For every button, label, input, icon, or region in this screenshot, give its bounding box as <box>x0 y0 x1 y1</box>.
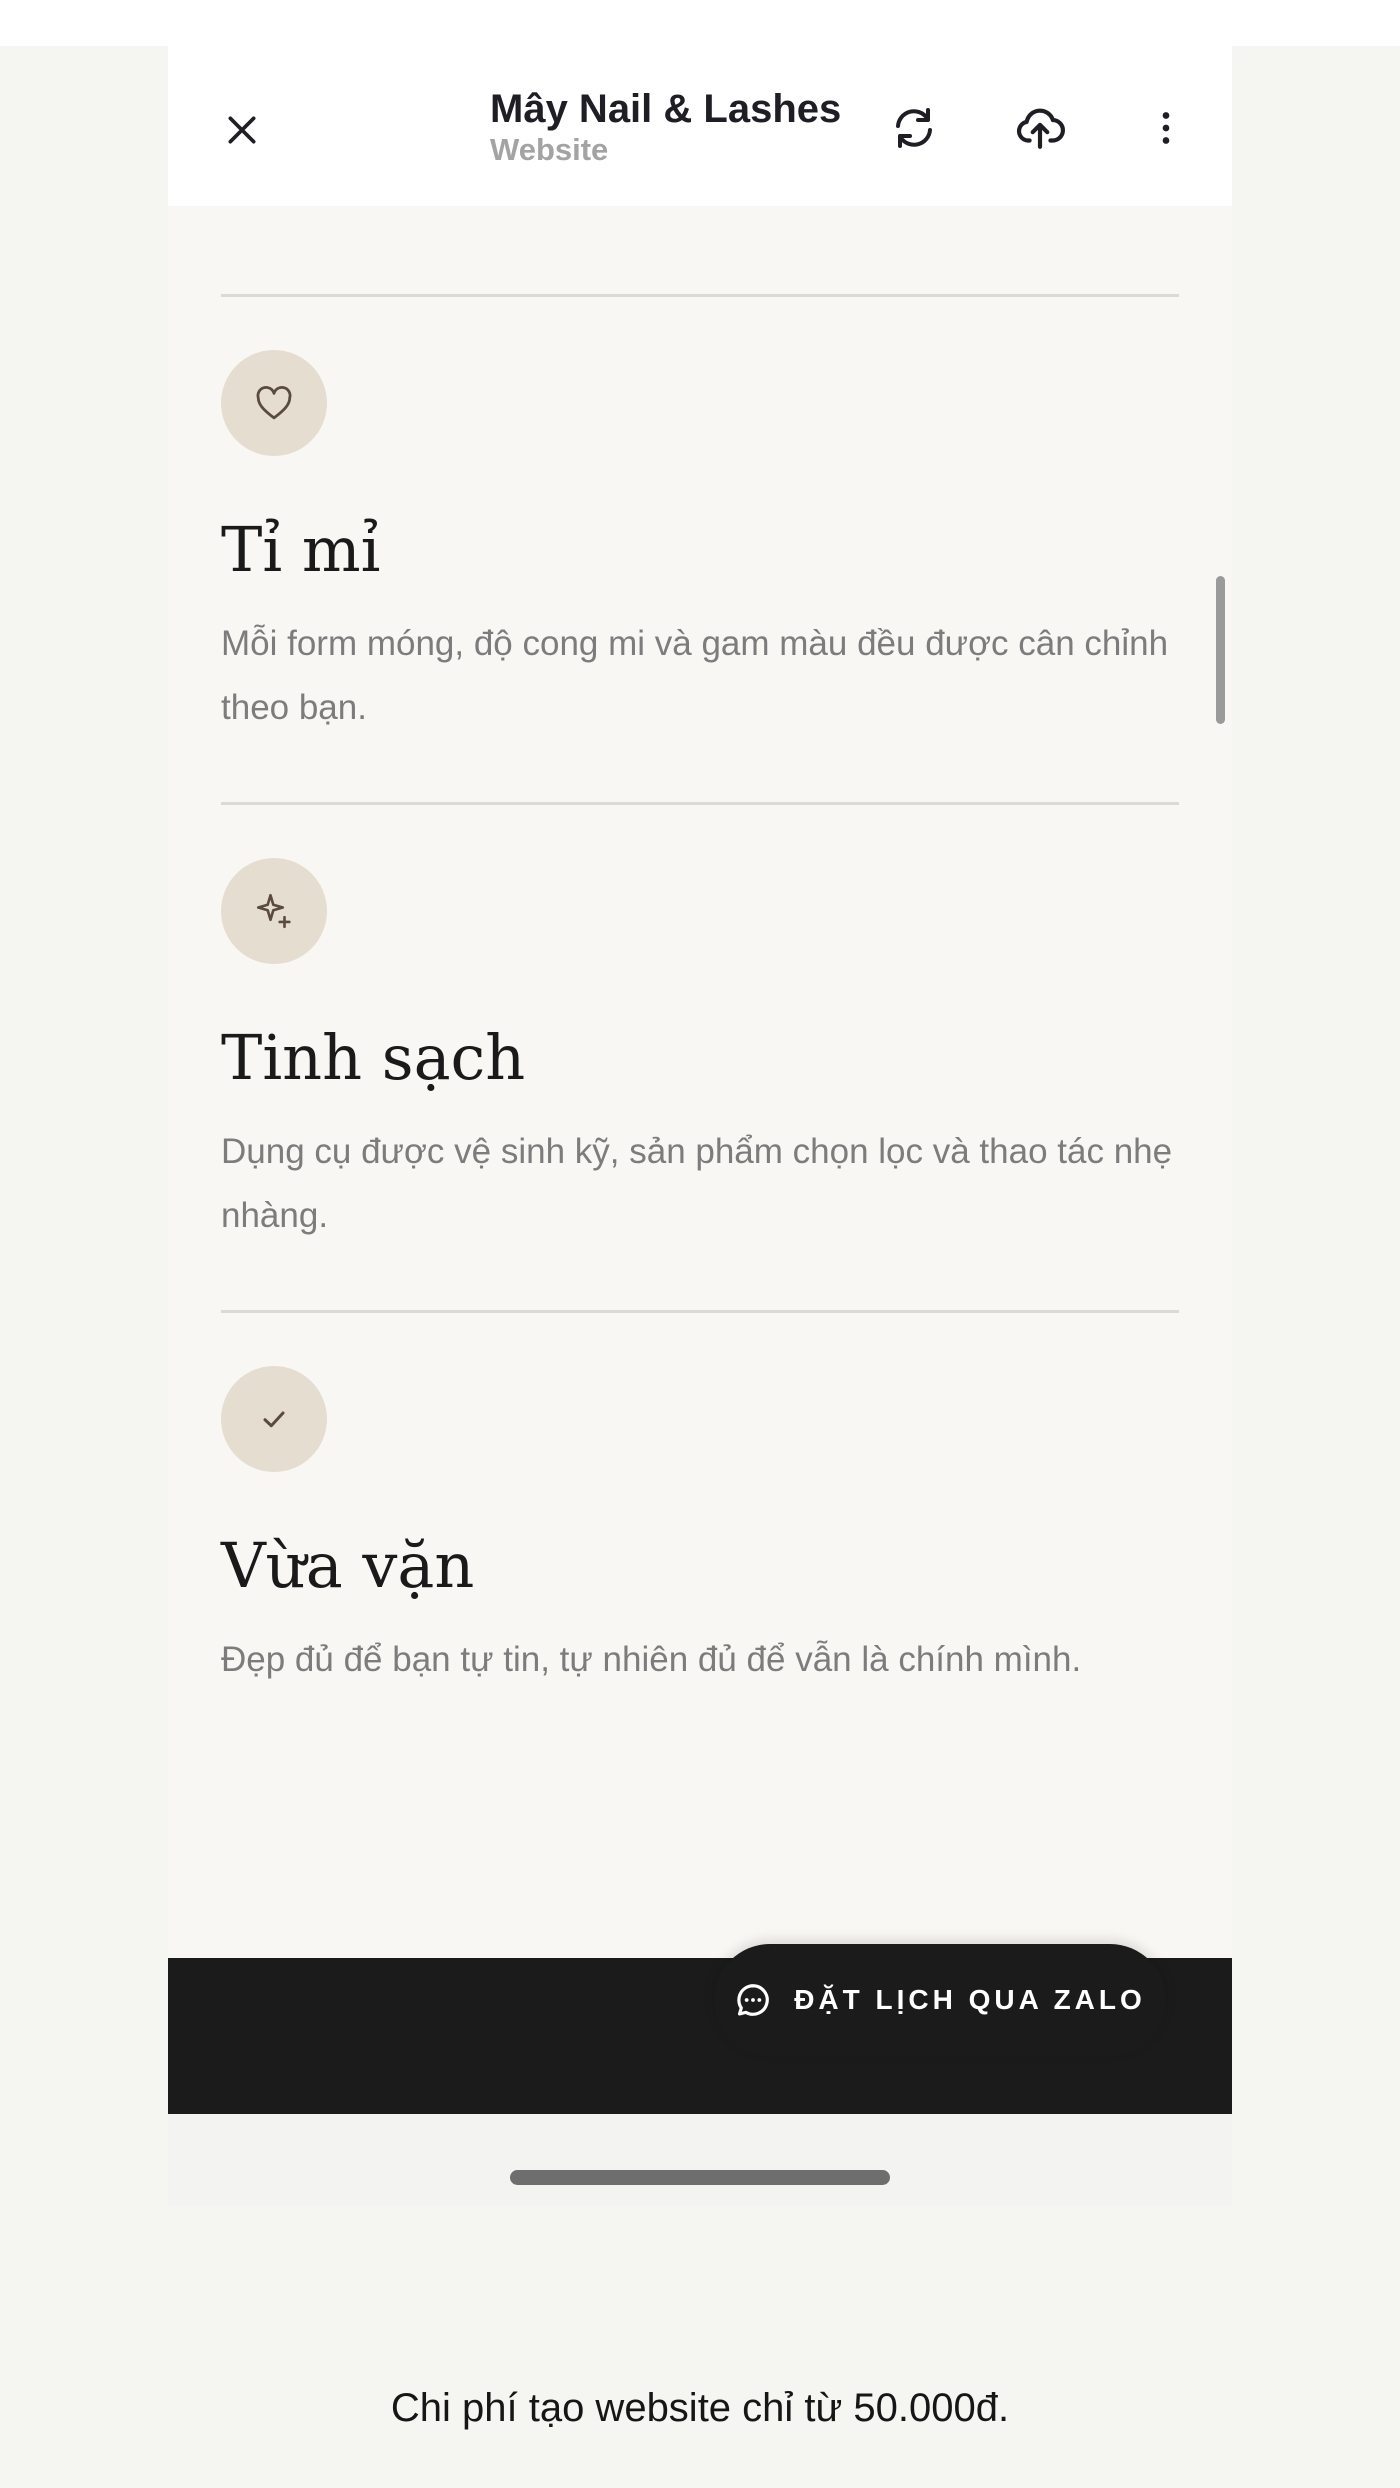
book-via-zalo-label: ĐẶT LỊCH QUA ZALO <box>794 1984 1146 2015</box>
feature-icon-circle <box>221 858 327 964</box>
close-icon <box>228 116 256 144</box>
feature-description: Dụng cụ được vệ sinh kỹ, sản phẩm chọn l… <box>221 1132 1173 1235</box>
feature-description: Mỗi form móng, độ cong mi và gam màu đều… <box>221 624 1169 727</box>
feature-title: Vừa vặn <box>221 1529 475 1602</box>
sparkle-icon <box>256 893 291 929</box>
promo-caption: Chi phí tạo website chỉ từ 50.000đ. <box>390 2386 1010 2430</box>
upload-button[interactable] <box>1000 88 1080 168</box>
top-strip <box>0 0 1400 46</box>
divider <box>221 802 1179 805</box>
divider <box>221 1310 1179 1313</box>
app-header: Mây Nail & Lashes Website <box>168 46 1232 206</box>
app-subtitle: Website <box>490 132 609 167</box>
cloud-upload-icon <box>1016 108 1065 149</box>
chat-bubble-icon <box>737 1984 769 2016</box>
refresh-icon <box>896 108 932 148</box>
feature-item: Tinh sạch Dụng cụ được vệ sinh kỹ, sản p… <box>221 858 1191 1248</box>
more-options-button[interactable] <box>1126 88 1206 168</box>
more-vertical-icon <box>1162 112 1170 144</box>
phone-screen: Mây Nail & Lashes Website Tỉ mỉ Mỗi form… <box>168 46 1232 2206</box>
home-indicator-area <box>168 2114 1232 2206</box>
check-icon <box>263 1411 285 1428</box>
home-indicator[interactable] <box>510 2170 890 2185</box>
close-button[interactable] <box>202 90 282 170</box>
feature-icon-circle <box>221 350 327 456</box>
title-block: Mây Nail & Lashes Website <box>490 86 841 168</box>
feature-icon-circle <box>221 1366 327 1472</box>
refresh-button[interactable] <box>874 88 954 168</box>
heart-icon <box>256 386 292 420</box>
scrollbar[interactable] <box>1216 576 1225 724</box>
feature-title: Tỉ mỉ <box>221 513 381 586</box>
feature-description: Đẹp đủ để bạn tự tin, tự nhiên đủ để vẫn… <box>221 1640 1082 1679</box>
feature-title: Tinh sạch <box>221 1021 526 1094</box>
book-via-zalo-button[interactable]: ĐẶT LỊCH QUA ZALO <box>714 1944 1166 2056</box>
feature-item: Vừa vặn Đẹp đủ để bạn tự tin, tự nhiên đ… <box>221 1366 1191 1692</box>
app-title: Mây Nail & Lashes <box>490 87 842 131</box>
divider <box>221 294 1179 297</box>
feature-item: Tỉ mỉ Mỗi form móng, độ cong mi và gam m… <box>221 350 1191 740</box>
